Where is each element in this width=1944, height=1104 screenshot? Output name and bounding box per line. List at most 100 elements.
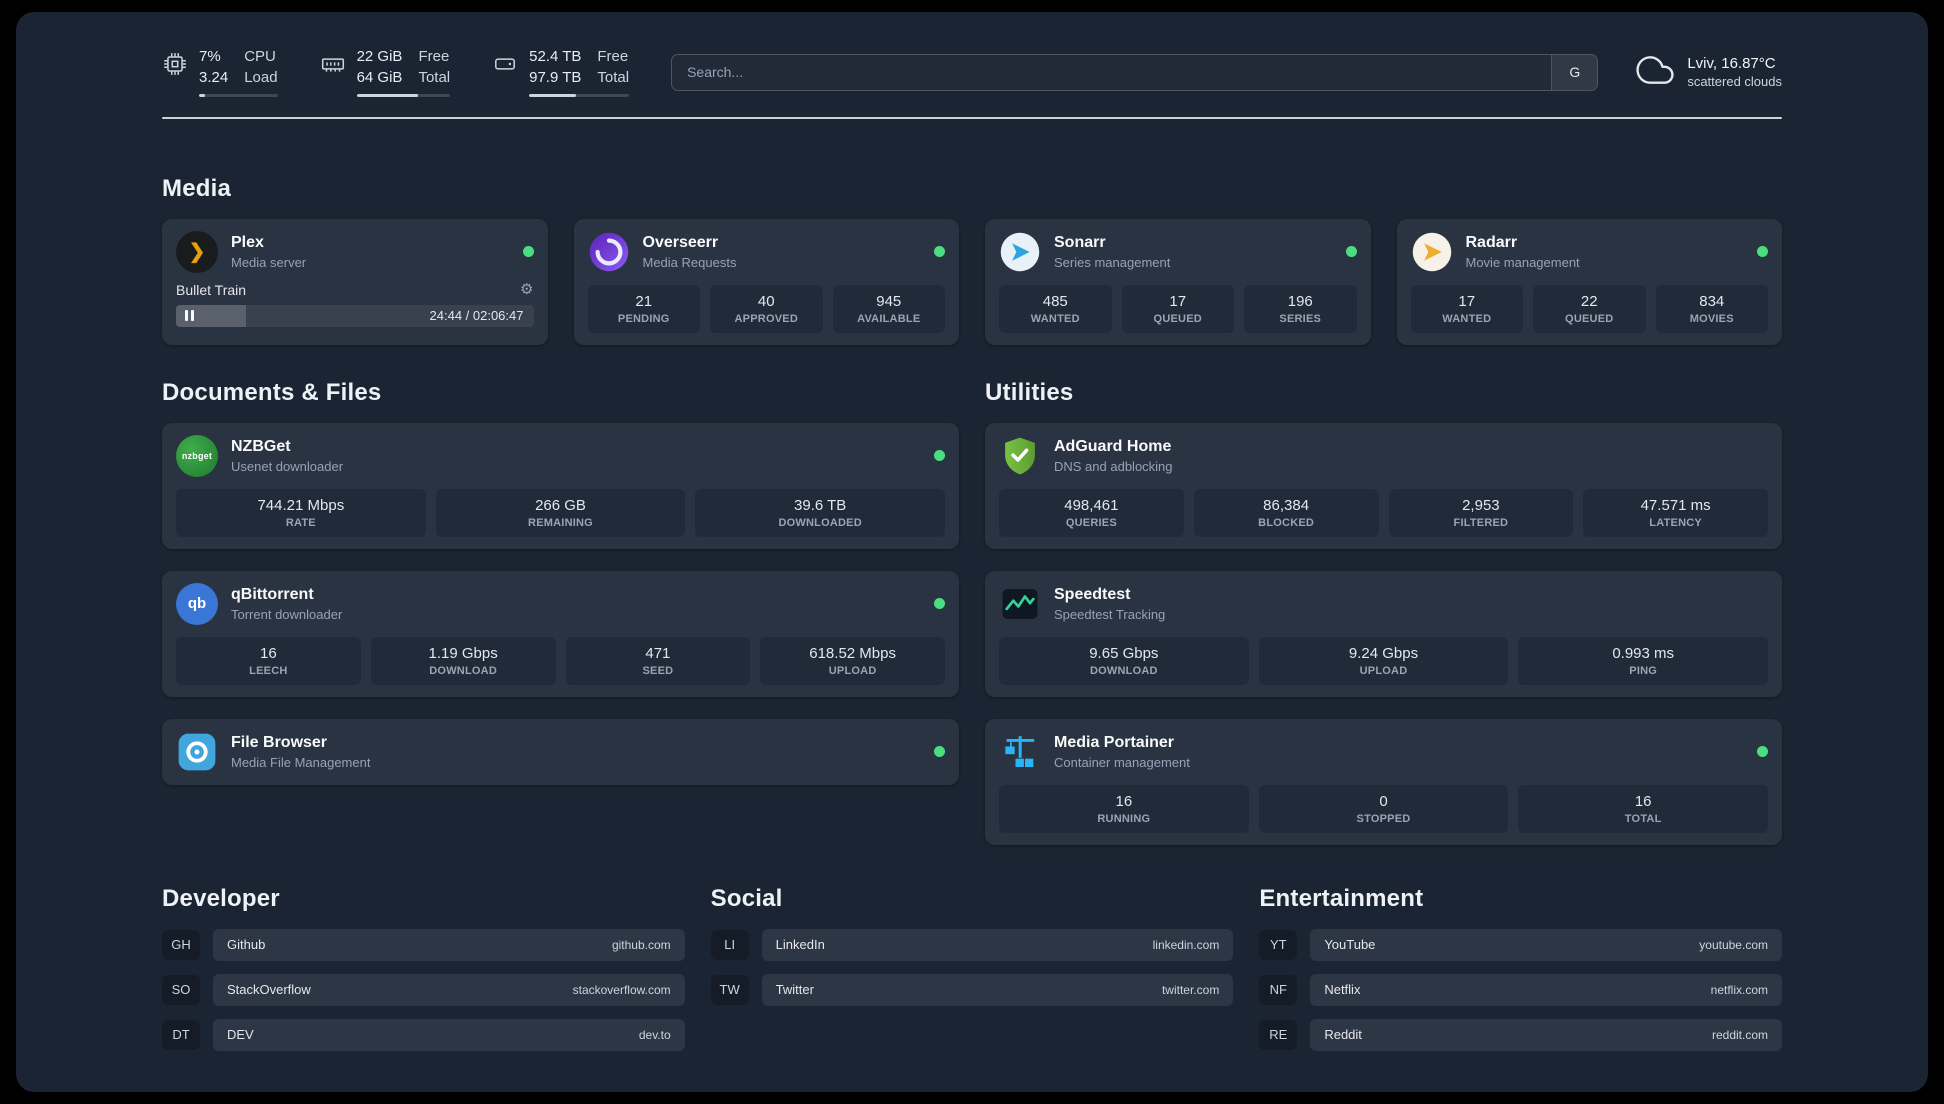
bookmark-url: dev.to <box>638 1027 671 1042</box>
cpu-load-value: 3.24 <box>199 68 229 86</box>
service-card-portainer[interactable]: Media Portainer Container management 16 … <box>985 718 1782 845</box>
bookmark-url: linkedin.com <box>1152 937 1220 952</box>
service-card-overseerr[interactable]: Overseerr Media Requests 21 PENDING 40 A… <box>573 218 959 345</box>
status-dot <box>934 246 945 257</box>
memory-icon <box>320 51 346 77</box>
stat-stopped: 0 STOPPED <box>1258 784 1509 833</box>
service-name-overseerr: Overseerr <box>642 233 719 251</box>
disk-free-label: Free <box>597 48 629 65</box>
disk-free-value: 52.4 TB <box>529 48 582 65</box>
service-desc-radarr: Movie management <box>1465 254 1580 270</box>
service-name-qbittorrent: qBittorrent <box>231 585 314 603</box>
section-utilities: Utilities AdGuard Home DNS and adblockin… <box>985 379 1782 845</box>
stat-total: 16 TOTAL <box>1518 784 1769 833</box>
filebrowser-icon <box>176 731 218 773</box>
service-card-plex[interactable]: ❯ Plex Media server Bullet Train ⚙ 24:44… <box>162 218 548 345</box>
bookmark-abbr: YT <box>1259 929 1298 960</box>
service-name-filebrowser: File Browser <box>231 733 328 751</box>
bookmark-abbr: DT <box>162 1019 200 1050</box>
stat-upload: 9.24 Gbps UPLOAD <box>1258 636 1509 685</box>
service-name-plex: Plex <box>231 233 264 251</box>
cpu-progress-bar <box>199 93 278 97</box>
search-input[interactable] <box>672 54 1552 90</box>
bookmark-linkedin[interactable]: LI LinkedIn linkedin.com <box>710 928 1234 961</box>
service-name-speedtest: Speedtest <box>1054 585 1131 603</box>
section-title-documents: Documents & Files <box>162 378 382 406</box>
status-dot <box>1757 746 1768 757</box>
section-documents: Documents & Files nzbget NZBGet Usenet d… <box>162 379 959 785</box>
service-card-nzbget[interactable]: nzbget NZBGet Usenet downloader 744.21 M… <box>162 422 959 549</box>
service-card-speedtest[interactable]: Speedtest Speedtest Tracking 9.65 Gbps D… <box>985 570 1782 697</box>
stat-latency: 47.571 ms LATENCY <box>1583 488 1768 537</box>
stat-download: 1.19 Gbps DOWNLOAD <box>370 636 556 685</box>
stat-ping: 0.993 ms PING <box>1518 636 1769 685</box>
service-desc-speedtest: Speedtest Tracking <box>1054 606 1166 622</box>
stat-rate: 744.21 Mbps RATE <box>176 488 426 537</box>
memory-free-value: 22 GiB <box>356 48 403 65</box>
topbar: 7% 3.24 CPU Load 22 GiB 64 GiB Free Tota… <box>162 48 1782 97</box>
search-bar: G <box>671 53 1599 91</box>
cpu-widget: 7% 3.24 CPU Load <box>162 48 278 97</box>
service-name-sonarr: Sonarr <box>1054 233 1106 251</box>
stat-download: 9.65 Gbps DOWNLOAD <box>999 636 1249 685</box>
status-dot <box>934 450 945 461</box>
memory-total-value: 64 GiB <box>356 68 403 86</box>
sonarr-icon <box>999 231 1041 273</box>
stat-wanted: 485 WANTED <box>999 284 1112 333</box>
cloud-icon <box>1636 51 1674 94</box>
plex-now-playing-widget: Bullet Train ⚙ 24:44 / 02:06:47 <box>176 282 534 327</box>
bookmark-name: DEV <box>227 1027 254 1042</box>
bookmark-name: YouTube <box>1324 937 1376 952</box>
bookmark-twitter[interactable]: TW Twitter twitter.com <box>710 973 1234 1006</box>
bookmark-name: Twitter <box>775 982 814 997</box>
stat-downloaded: 39.6 TB DOWNLOADED <box>695 488 946 537</box>
stat-queued: 22 QUEUED <box>1533 284 1646 333</box>
section-media: Media ❯ Plex Media server Bullet Train ⚙… <box>162 175 1782 345</box>
section-title-developer: Developer <box>162 884 280 912</box>
status-dot <box>522 246 534 257</box>
dashboard-panel: 7% 3.24 CPU Load 22 GiB 64 GiB Free Tota… <box>16 12 1928 1092</box>
disk-total-value: 97.9 TB <box>529 68 582 86</box>
service-card-qbittorrent[interactable]: qb qBittorrent Torrent downloader 16 LEE… <box>162 570 959 697</box>
service-card-radarr[interactable]: Radarr Movie management 17 WANTED 22 QUE… <box>1396 218 1782 345</box>
cpu-icon <box>162 51 188 77</box>
weather-widget[interactable]: Lviv, 16.87°C scattered clouds <box>1636 51 1782 94</box>
memory-total-label: Total <box>418 68 451 86</box>
service-desc-plex: Media server <box>231 254 307 270</box>
bookmark-abbr: RE <box>1259 1019 1298 1050</box>
bookmark-name: Netflix <box>1324 982 1361 997</box>
service-card-filebrowser[interactable]: File Browser Media File Management <box>162 718 959 785</box>
bookmark-reddit[interactable]: RE Reddit reddit.com <box>1259 1018 1782 1051</box>
disk-icon <box>492 51 518 77</box>
service-card-adguard[interactable]: AdGuard Home DNS and adblocking 498,461 … <box>985 422 1782 549</box>
status-dot <box>934 598 945 609</box>
service-name-portainer: Media Portainer <box>1054 733 1175 751</box>
disk-progress-bar <box>529 93 630 97</box>
bookmark-url: twitter.com <box>1161 982 1220 997</box>
stat-running: 16 RUNNING <box>999 784 1249 833</box>
section-title-social: Social <box>710 884 783 912</box>
disk-total-label: Total <box>597 68 630 86</box>
service-card-sonarr[interactable]: Sonarr Series management 485 WANTED 17 Q… <box>985 218 1371 345</box>
bookmark-netflix[interactable]: NF Netflix netflix.com <box>1259 973 1782 1006</box>
bookmark-stackoverflow[interactable]: SO StackOverflow stackoverflow.com <box>162 973 685 1006</box>
playback-progress-bar[interactable]: 24:44 / 02:06:47 <box>176 304 534 327</box>
disk-widget: 52.4 TB 97.9 TB Free Total <box>492 48 630 97</box>
bookmark-url: github.com <box>611 937 671 952</box>
memory-widget: 22 GiB 64 GiB Free Total <box>320 48 451 97</box>
playback-time: 24:44 / 02:06:47 <box>429 308 524 323</box>
now-playing-title: Bullet Train <box>176 281 247 298</box>
pause-icon[interactable] <box>185 310 194 321</box>
bookmark-youtube[interactable]: YT YouTube youtube.com <box>1259 928 1782 961</box>
stat-upload: 618.52 Mbps UPLOAD <box>760 636 945 685</box>
stat-filtered: 2,953 FILTERED <box>1388 488 1574 537</box>
service-name-radarr: Radarr <box>1465 233 1518 251</box>
bookmark-dev[interactable]: DT DEV dev.to <box>162 1018 685 1051</box>
gear-icon[interactable]: ⚙ <box>520 282 533 297</box>
stat-series: 196 SERIES <box>1244 284 1357 333</box>
search-provider-button[interactable]: G <box>1551 54 1598 90</box>
nzbget-icon: nzbget <box>176 434 218 477</box>
bookmark-github[interactable]: GH Github github.com <box>162 928 685 961</box>
section-title-media: Media <box>162 174 232 202</box>
stat-approved: 40 APPROVED <box>710 284 823 333</box>
